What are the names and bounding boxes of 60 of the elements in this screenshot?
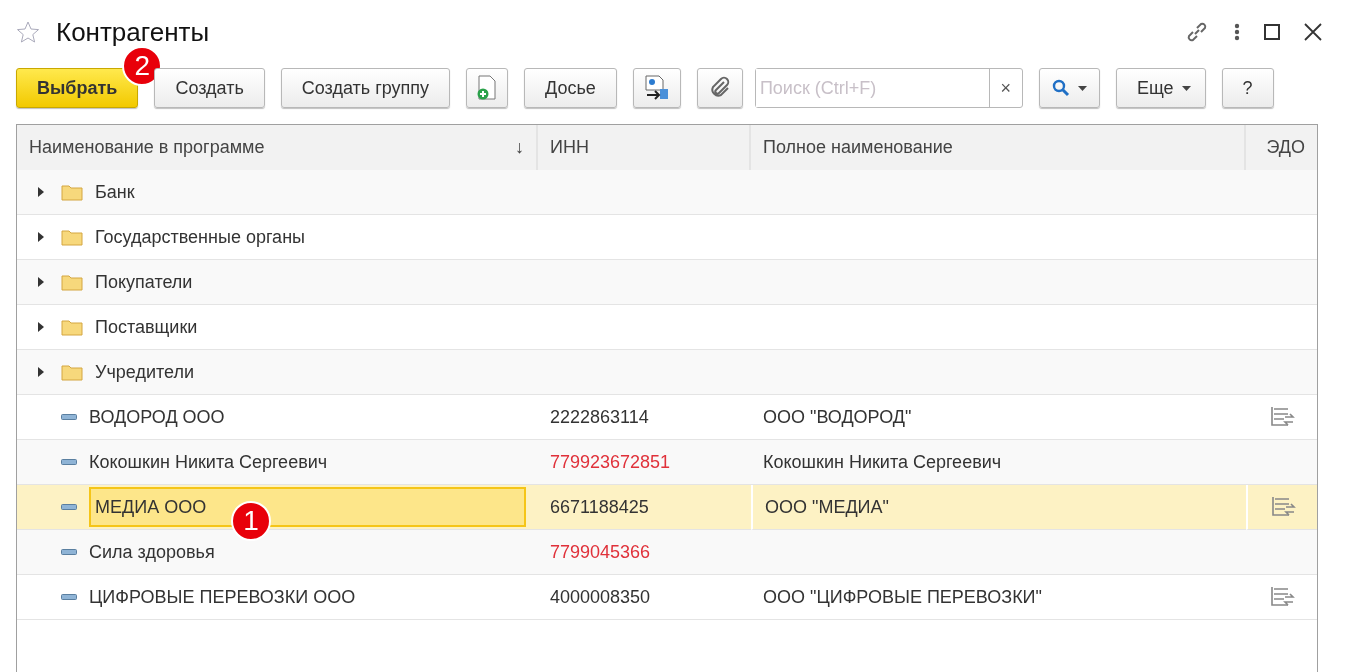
folder-icon bbox=[61, 228, 83, 246]
close-icon[interactable] bbox=[1304, 23, 1322, 41]
toolbar-button[interactable]: ? bbox=[1221, 68, 1274, 108]
document-arrow-icon bbox=[643, 75, 670, 101]
caret-icon bbox=[1181, 85, 1191, 91]
item-dash-icon bbox=[61, 594, 77, 600]
document-exchange-icon[interactable] bbox=[1268, 585, 1295, 609]
expand-arrow-icon[interactable] bbox=[37, 367, 45, 377]
group-name: Поставщики bbox=[95, 315, 198, 339]
counterparty-name: МЕДИА ООО bbox=[95, 495, 207, 519]
column-header[interactable]: ЭДО bbox=[1246, 125, 1317, 172]
add-document-icon bbox=[477, 75, 498, 101]
expand-arrow-icon[interactable] bbox=[37, 322, 45, 332]
folder-icon bbox=[61, 363, 83, 381]
expand-arrow-icon[interactable] bbox=[37, 232, 45, 242]
column-header-label: Наименование в программе bbox=[29, 136, 265, 159]
item-dash-icon bbox=[61, 459, 77, 465]
window-title: Контрагенты bbox=[56, 15, 210, 49]
counterparty-name: ЦИФРОВЫЕ ПЕРЕВОЗКИ ООО bbox=[89, 585, 356, 609]
table-cell: 779923672851 bbox=[538, 440, 751, 485]
search-icon bbox=[1051, 79, 1070, 97]
clear-search-button[interactable]: × bbox=[988, 69, 1022, 107]
favorite-star-icon[interactable] bbox=[16, 20, 40, 44]
group-name: Банк bbox=[95, 180, 135, 204]
maximize-icon[interactable] bbox=[1264, 24, 1280, 40]
column-header[interactable]: Полное наименование bbox=[751, 125, 1246, 172]
counterparty-name: Сила здоровья bbox=[89, 540, 215, 564]
item-dash-icon bbox=[61, 549, 77, 555]
expand-arrow-icon[interactable] bbox=[37, 187, 45, 197]
add-document-button[interactable] bbox=[466, 68, 509, 108]
more-options-icon[interactable] bbox=[1234, 23, 1240, 41]
sort-arrow[interactable]: ↓ bbox=[515, 134, 524, 161]
caret-icon bbox=[1077, 85, 1087, 91]
folder-icon bbox=[61, 183, 83, 201]
group-name: Государственные органы bbox=[95, 225, 305, 249]
toolbar-button[interactable]: Создать группу bbox=[280, 68, 451, 108]
attach-button[interactable] bbox=[696, 68, 743, 108]
folder-icon bbox=[61, 318, 83, 336]
table-cell: Кокошкин Никита Сергеевич bbox=[751, 440, 1246, 485]
document-exchange-icon[interactable] bbox=[1268, 405, 1295, 429]
folder-icon bbox=[61, 273, 83, 291]
search-field[interactable]: Поиск (Ctrl+F) × bbox=[754, 68, 1023, 108]
table-cell: 6671188425 bbox=[538, 485, 751, 530]
item-dash-icon bbox=[61, 414, 77, 420]
group-name: Учредители bbox=[95, 360, 194, 384]
table-cell bbox=[1246, 170, 1317, 215]
table-cell: ООО "МЕДИА" bbox=[751, 485, 1246, 530]
toolbar-button[interactable]: Досье bbox=[524, 68, 617, 108]
counterparty-name: ВОДОРОД ООО bbox=[89, 405, 225, 429]
table-cell bbox=[1246, 260, 1317, 305]
more-menu-button[interactable]: Еще bbox=[1115, 68, 1206, 108]
export-document-button[interactable] bbox=[632, 68, 681, 108]
item-dash-icon bbox=[61, 504, 77, 510]
search-menu-button[interactable] bbox=[1038, 68, 1100, 108]
table-cell: 7799045366 bbox=[538, 530, 751, 575]
counterparty-name: Кокошкин Никита Сергеевич bbox=[89, 450, 328, 474]
toolbar-button[interactable]: Создать bbox=[154, 68, 265, 108]
expand-arrow-icon[interactable] bbox=[37, 277, 45, 287]
column-header[interactable]: ИНН bbox=[538, 125, 751, 172]
group-name: Покупатели bbox=[95, 270, 193, 294]
